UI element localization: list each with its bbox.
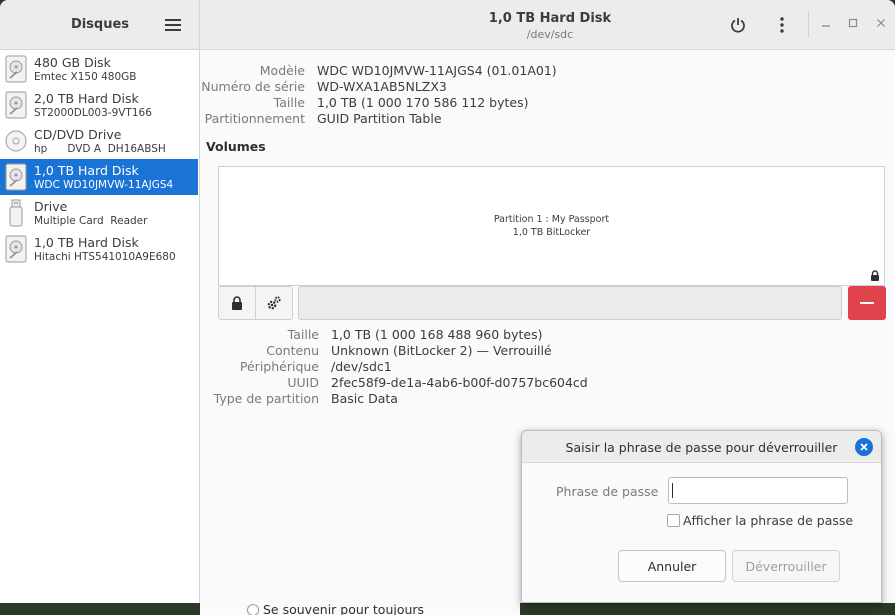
header-bar: Disques 1,0 TB Hard Disk /dev/sdc (0, 0, 895, 50)
device-detail: ST2000DL003-9VT166 (34, 107, 152, 119)
gears-icon (267, 296, 281, 310)
device-item[interactable]: 1,0 TB Hard Disk Hitachi HTS541010A9E680 (0, 231, 198, 267)
device-sidebar: 480 GB Disk Emtec X150 480GB 2,0 TB Hard… (0, 50, 200, 603)
show-passphrase-label[interactable]: Afficher la phrase de passe (683, 513, 853, 528)
optical-disc-icon (5, 130, 27, 152)
power-off-button[interactable] (727, 14, 749, 36)
prop-value: 1,0 TB (1 000 168 488 960 bytes) (331, 327, 543, 342)
device-detail: Emtec X150 480GB (34, 71, 137, 83)
partition-size: 1,0 TB BitLocker (512, 227, 591, 238)
unlock-dialog-button[interactable]: Déverrouiller (732, 550, 840, 582)
disk-prop-row: Modèle WDC WD10JMVW-11AJGS4 (01.01A01) (201, 63, 891, 79)
hamburger-menu-icon[interactable] (163, 17, 183, 33)
prop-label: Modèle (259, 63, 305, 78)
prop-label: Taille (287, 327, 319, 342)
power-icon (731, 18, 745, 33)
device-detail: WDC WD10JMVW-11AJGS4 (34, 179, 174, 191)
prop-value: 2fec58f9-de1a-4ab6-b00f-d0757bc604cd (331, 375, 588, 390)
device-name: 1,0 TB Hard Disk (34, 163, 139, 178)
minus-icon (860, 302, 874, 304)
prop-value: /dev/sdc1 (331, 359, 392, 374)
vertical-dots-icon (780, 17, 784, 33)
hard-disk-icon (5, 163, 27, 191)
maximize-icon[interactable] (845, 17, 861, 33)
prop-label: Type de partition (213, 391, 319, 406)
partition-options-button[interactable] (255, 286, 293, 320)
dialog-title: Saisir la phrase de passe pour déverroui… (565, 440, 838, 455)
minimize-icon[interactable] (818, 17, 834, 33)
disk-prop-row: Partitionnement GUID Partition Table (201, 111, 891, 127)
passphrase-dialog: Saisir la phrase de passe pour déverroui… (521, 430, 882, 603)
prop-label: Contenu (266, 343, 319, 358)
header-separator (808, 12, 809, 38)
prop-value: Basic Data (331, 391, 398, 406)
prop-label: Taille (273, 95, 305, 110)
volume-prop-row: UUID 2fec58f9-de1a-4ab6-b00f-d0757bc604c… (201, 375, 891, 391)
device-name: 1,0 TB Hard Disk (34, 235, 139, 250)
disk-prop-row: Numéro de série WD-WXA1AB5NLZX3 (201, 79, 891, 95)
device-item[interactable]: 2,0 TB Hard Disk ST2000DL003-9VT166 (0, 87, 198, 123)
usb-drive-icon (9, 199, 23, 227)
passphrase-label: Phrase de passe (556, 484, 659, 499)
delete-partition-button[interactable] (848, 286, 886, 320)
text-cursor (672, 483, 673, 498)
device-name: 2,0 TB Hard Disk (34, 91, 139, 106)
prop-value: WD-WXA1AB5NLZX3 (317, 79, 447, 94)
volume-map[interactable]: Partition 1 : My Passport 1,0 TB BitLock… (218, 166, 885, 286)
dialog-header: Saisir la phrase de passe pour déverroui… (522, 431, 881, 463)
prop-label: Périphérique (239, 359, 319, 374)
device-item[interactable]: 480 GB Disk Emtec X150 480GB (0, 51, 198, 87)
close-icon (860, 443, 868, 451)
prop-label: UUID (287, 375, 319, 390)
device-name: CD/DVD Drive (34, 127, 122, 142)
prop-label: Numéro de série (201, 79, 305, 94)
passphrase-input[interactable] (668, 477, 848, 504)
prop-value: Unknown (BitLocker 2) — Verrouillé (331, 343, 552, 358)
prop-value: 1,0 TB (1 000 170 586 112 bytes) (317, 95, 529, 110)
remember-forever-label: Se souvenir pour toujours (263, 602, 425, 615)
device-name: 480 GB Disk (34, 55, 111, 70)
prop-value: WDC WD10JMVW-11AJGS4 (01.01A01) (317, 63, 557, 78)
device-name: Drive (34, 199, 68, 214)
device-detail: Hitachi HTS541010A9E680 (34, 251, 176, 263)
remember-forever-radio[interactable] (247, 604, 259, 615)
device-item[interactable]: Drive Multiple Card Reader (0, 195, 198, 231)
unlock-button[interactable] (218, 286, 256, 320)
disk-prop-row: Taille 1,0 TB (1 000 170 586 112 bytes) (201, 95, 891, 111)
device-item[interactable]: CD/DVD Drive hp DVD A DH16ABSH (0, 123, 198, 159)
volume-prop-row: Contenu Unknown (BitLocker 2) — Verrouil… (201, 343, 891, 359)
volume-prop-row: Périphérique /dev/sdc1 (201, 359, 891, 375)
drive-options-button[interactable] (771, 14, 793, 36)
hard-disk-icon (5, 91, 27, 119)
hard-disk-icon (5, 235, 27, 263)
device-item-selected[interactable]: 1,0 TB Hard Disk WDC WD10JMVW-11AJGS4 (0, 159, 198, 195)
partition-name: Partition 1 : My Passport (493, 214, 610, 225)
volume-prop-row: Type de partition Basic Data (201, 391, 891, 407)
volumes-heading: Volumes (206, 139, 266, 154)
close-window-icon[interactable] (873, 17, 889, 33)
cancel-button[interactable]: Annuler (618, 550, 726, 582)
show-passphrase-checkbox[interactable] (667, 514, 680, 527)
prop-label: Partitionnement (204, 111, 305, 126)
hard-disk-icon (5, 55, 27, 83)
device-detail: Multiple Card Reader (34, 215, 148, 227)
device-detail: hp DVD A DH16ABSH (34, 143, 166, 155)
volume-prop-row: Taille 1,0 TB (1 000 168 488 960 bytes) (201, 327, 891, 343)
locked-icon (871, 270, 879, 281)
volume-info-bar (298, 286, 842, 320)
lock-icon (232, 296, 242, 310)
prop-value: GUID Partition Table (317, 111, 442, 126)
dialog-close-button[interactable] (855, 438, 873, 456)
